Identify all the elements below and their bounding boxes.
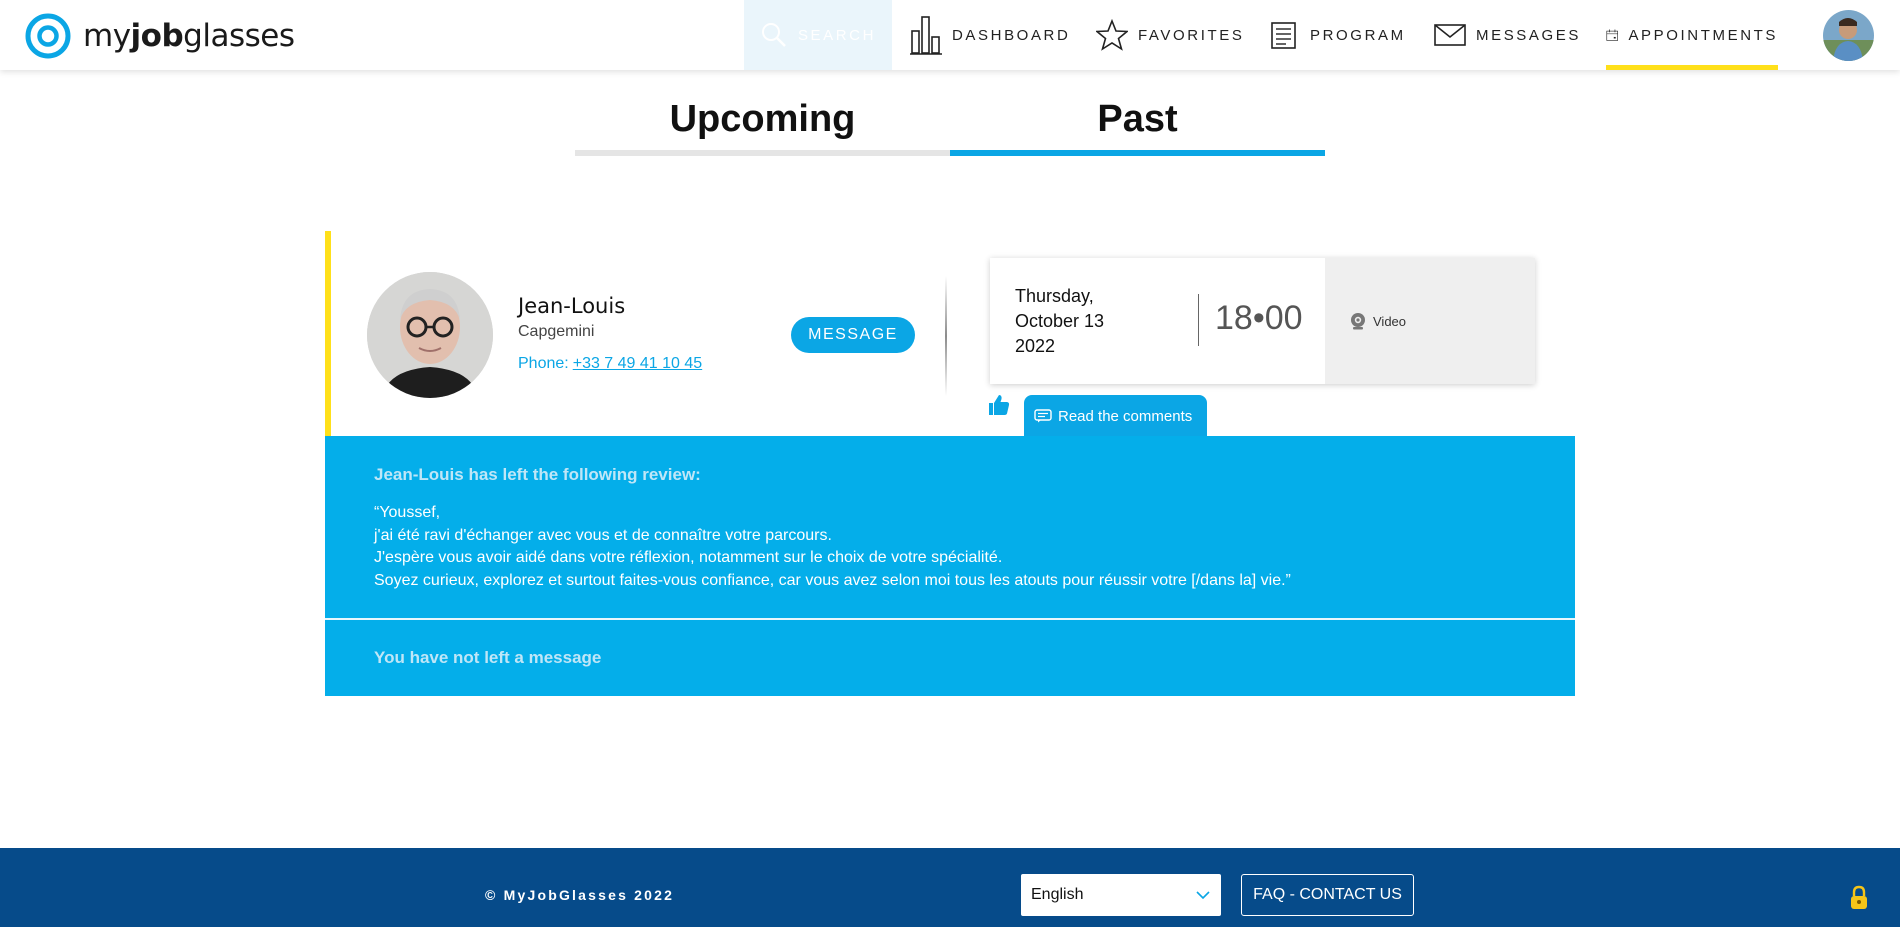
review-line: J'espère vous avoir aidé dans votre réfl…	[374, 549, 1003, 566]
active-nav-indicator	[1606, 65, 1778, 70]
phone-link[interactable]: +33 7 49 41 10 45	[573, 355, 702, 372]
chevron-down-icon	[1196, 891, 1210, 900]
contact-photo	[367, 272, 493, 398]
footer: © MyJobGlasses 2022 English FAQ - CONTAC…	[0, 848, 1900, 927]
tab-upcoming-bar	[575, 150, 950, 156]
date-day: October 13	[1015, 311, 1105, 331]
user-avatar[interactable]	[1823, 10, 1874, 61]
appointment-time: 18•00	[1215, 299, 1303, 337]
date-weekday: Thursday,	[1015, 286, 1094, 306]
tab-upcoming-label: Upcoming	[669, 98, 856, 140]
nav-appointments[interactable]: APPOINTMENTS	[1606, 0, 1778, 70]
review-line: j'ai été ravi d'échanger avec vous et de…	[374, 526, 832, 544]
tab-past-bar	[950, 150, 1325, 156]
tab-upcoming[interactable]: Upcoming	[575, 98, 950, 156]
nav-search-label: SEARCH	[797, 26, 877, 44]
appointment-date: Thursday, October 13 2022	[1015, 284, 1155, 359]
nav-search[interactable]: SEARCH	[744, 0, 892, 70]
faq-contact-button[interactable]: FAQ - CONTACT US	[1241, 874, 1414, 916]
review-body: “Youssef, j'ai été ravi d'échanger avec …	[374, 502, 1291, 592]
lock-icon[interactable]	[1848, 884, 1870, 912]
nav-dashboard[interactable]: DASHBOARD	[910, 0, 1070, 70]
nav-appointments-label: APPOINTMENTS	[1628, 26, 1778, 44]
appointment-mode-label: Video	[1373, 313, 1407, 329]
card-accent	[325, 231, 331, 436]
logo[interactable]: myjobglasses	[25, 13, 295, 59]
no-message-text: You have not left a message	[374, 648, 602, 667]
review-title: Jean-Louis has left the following review…	[374, 465, 701, 484]
language-value: English	[1031, 886, 1084, 903]
no-message-panel: You have not left a message	[325, 620, 1575, 696]
nav-dashboard-label: DASHBOARD	[952, 26, 1071, 44]
contact-photo-image	[367, 272, 493, 398]
nav-favorites-label: FAVORITES	[1138, 26, 1245, 44]
bar-chart-icon	[910, 16, 942, 55]
contact-name: Jean-Louis	[518, 294, 626, 318]
date-year: 2022	[1015, 336, 1056, 356]
phone-label: Phone:	[518, 355, 569, 372]
nav-messages-label: MESSAGES	[1476, 26, 1581, 44]
date-time-separator	[1198, 294, 1199, 346]
user-avatar-image	[1823, 10, 1874, 61]
nav-program[interactable]: PROGRAM	[1270, 0, 1406, 70]
thumbs-up-icon[interactable]	[987, 393, 1011, 417]
document-icon	[1271, 22, 1296, 49]
logo-mark-icon	[25, 13, 71, 59]
tab-past[interactable]: Past	[950, 98, 1325, 156]
tab-past-label: Past	[1097, 98, 1178, 140]
nav-messages[interactable]: MESSAGES	[1434, 0, 1581, 70]
read-comments-label: Read the comments	[1058, 407, 1193, 425]
calendar-icon	[1606, 29, 1618, 41]
star-icon	[1096, 19, 1128, 51]
footer-copyright: © MyJobGlasses 2022	[485, 887, 675, 903]
appointment-datetime: Thursday, October 13 2022 18•00 Video	[990, 258, 1535, 384]
contact-company: Capgemini	[518, 323, 595, 340]
review-line: “Youssef,	[374, 504, 441, 521]
review-line: Soyez curieux, explorez et surtout faite…	[374, 571, 1291, 589]
top-header: myjobglasses SEARCH DASHBOARD FAVORITES	[0, 0, 1900, 70]
read-comments-button[interactable]: Read the comments	[1024, 395, 1207, 437]
nav-program-label: PROGRAM	[1310, 26, 1406, 44]
appointment-card: Jean-Louis Capgemini Phone: +33 7 49 41 1…	[325, 231, 1575, 437]
logo-text: myjobglasses	[83, 18, 295, 54]
contact-phone: Phone: +33 7 49 41 10 45	[518, 355, 702, 373]
review-panel: Jean-Louis has left the following review…	[325, 436, 1575, 618]
envelope-icon	[1434, 24, 1466, 46]
appointment-mode: Video	[1325, 258, 1535, 384]
appointments-tabs: Upcoming Past	[575, 98, 1325, 156]
language-select[interactable]: English	[1021, 874, 1221, 916]
nav-favorites[interactable]: FAVORITES	[1096, 0, 1244, 70]
search-icon	[761, 23, 786, 47]
card-divider	[945, 276, 947, 396]
comment-icon	[1034, 409, 1052, 423]
webcam-icon	[1351, 313, 1365, 330]
message-button[interactable]: MESSAGE	[791, 317, 915, 353]
